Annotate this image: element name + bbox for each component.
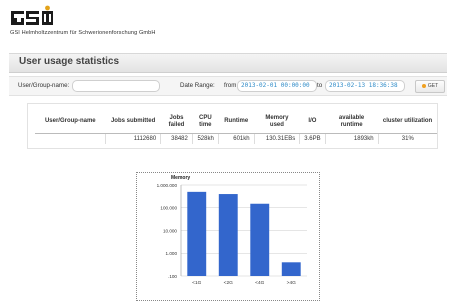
column-header: CPU time (192, 110, 219, 134)
table-cell: 1893kh (325, 133, 379, 144)
from-label: from (224, 82, 237, 89)
y-tick-label: .100 (168, 274, 177, 279)
x-tick-label: <1G (192, 280, 201, 286)
to-label: to (317, 82, 323, 89)
table-cell: 31% (401, 136, 414, 142)
get-button-label: GET (427, 83, 439, 89)
y-tick-label: 10.000 (163, 228, 177, 233)
table-cell: 1112680 (105, 133, 162, 144)
page-title: User usage statistics (19, 56, 120, 67)
column-header: Runtime (218, 110, 255, 134)
page-title-bar: User usage statistics (9, 53, 447, 73)
y-tick-label: 1.000.000 (157, 183, 178, 188)
get-icon (421, 83, 426, 88)
x-tick-label: <4G (255, 280, 264, 286)
chart-title: Memory (171, 175, 190, 181)
column-header: Memory used (254, 110, 300, 134)
to-date-input[interactable]: 2013-02-13 18:36:38 (325, 80, 405, 92)
y-tick-label: 1.000 (166, 251, 178, 256)
get-button[interactable]: GET (415, 80, 445, 93)
bar (250, 203, 270, 276)
statistics-table-panel: User/Group-name Jobs submitted Jobs fail… (27, 103, 438, 149)
statistics-table: User/Group-name Jobs submitted Jobs fail… (35, 110, 437, 144)
column-header: I/O (299, 110, 326, 134)
column-header: Jobs submitted (105, 110, 161, 134)
table-cell: 601kh (218, 133, 255, 144)
bar (218, 194, 238, 276)
table-cell: 528kh (192, 133, 219, 144)
table-row: 1112680 38482 528kh 601kh 130.31EBs 3.6P… (35, 133, 437, 144)
memory-chart: Memory .100 1.000 10.000 100.000 1.000.000 <1G… (157, 175, 307, 286)
user-group-input[interactable] (72, 80, 160, 92)
column-header: cluster utilization (378, 110, 437, 134)
bar (187, 191, 207, 276)
y-tick-label: 100.000 (160, 206, 177, 211)
table-cell: 38482 (160, 133, 193, 144)
table-cell: 130.31EBs (254, 133, 301, 144)
column-header: available runtime (325, 110, 379, 134)
x-tick-label: >4G (287, 280, 296, 286)
organization-name: GSI Helmholtzzentrum für Schwerionenfors… (10, 30, 156, 36)
filter-form: User/Group-name: Date Range: from 2013-0… (9, 76, 447, 96)
table-header-row: User/Group-name Jobs submitted Jobs fail… (35, 110, 437, 134)
bar (281, 262, 301, 276)
gsi-logo (11, 5, 81, 27)
from-date-input[interactable]: 2013-02-01 00:00:00 (237, 80, 317, 92)
date-range-label: Date Range: (180, 82, 215, 89)
memory-chart-panel: Memory .100 1.000 10.000 100.000 1.000.000 <1G… (136, 172, 320, 301)
x-tick-label: <2G (224, 280, 233, 286)
user-group-label: User/Group-name: (18, 82, 70, 89)
table-cell: 3.6PB (299, 133, 326, 144)
column-header: Jobs failed (160, 110, 193, 134)
column-header: User/Group-name (35, 110, 106, 134)
table-cell (35, 133, 107, 144)
